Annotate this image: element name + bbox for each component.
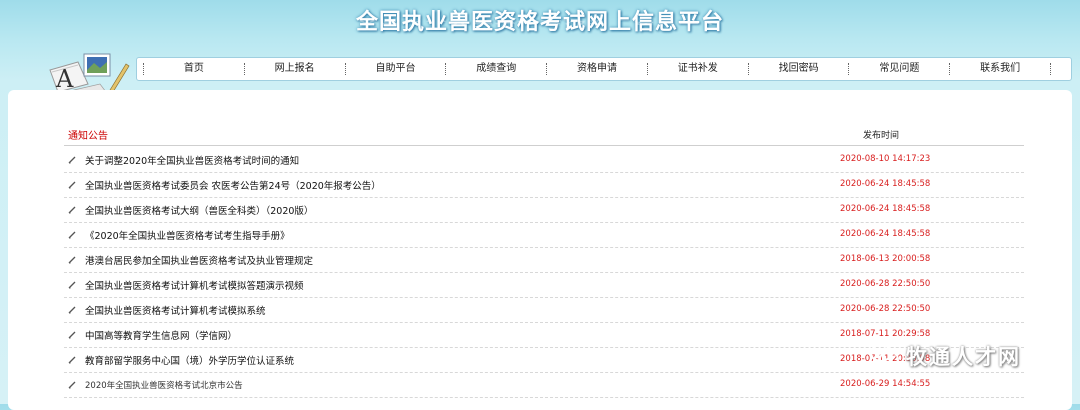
pen-icon [68,256,76,264]
nav-password-recovery[interactable]: 找回密码 [747,63,849,75]
notice-date: 2020-06-28 22:50:50 [840,279,931,289]
notice-date: 2020-06-28 22:50:50 [840,304,931,314]
wechat-icon [870,344,899,367]
nav-contact-us[interactable]: 联系我们 [949,63,1052,75]
pen-icon [68,381,76,389]
nav-home[interactable]: 首页 [143,63,244,75]
nav-qualification-apply[interactable]: 资格申请 [546,63,647,75]
nav-online-registration[interactable]: 网上报名 [243,63,345,75]
book-logo-icon: A [49,53,130,94]
pen-icon [68,156,76,164]
notice-title-link[interactable]: 全国执业兽医资格考试委员会 农医考公告第24号（2020年报考公告） [85,178,381,192]
pen-icon [68,331,76,339]
notice-title-link[interactable]: 全国执业兽医资格考试大纲（兽医全科类）（2020版） [85,203,313,217]
nav-faq[interactable]: 常见问题 [848,63,949,75]
site-title-reflection: 全国执业兽医资格考试网上信息平台 [0,20,1080,28]
notice-row: 全国执业兽医资格考试计算机考试模拟答题演示视频 2020-06-28 22:50… [64,272,1024,298]
notice-date: 2020-06-24 18:45:58 [840,204,931,214]
notice-date: 2020-06-24 18:45:58 [840,179,931,189]
nav-self-service[interactable]: 自助平台 [344,63,446,75]
notice-date: 2020-06-29 14:54:55 [840,379,931,389]
notice-title-link[interactable]: 全国执业兽医资格考试计算机考试模拟系统 [85,303,266,317]
notice-row: 全国执业兽医资格考试计算机考试模拟系统 2020-06-28 22:50:50 [64,297,1024,323]
notice-title-link[interactable]: 2020年全国执业兽医资格考试北京市公告 [85,379,243,391]
notice-date: 2020-06-24 18:45:58 [840,229,931,239]
pen-icon [68,281,76,289]
site-header: 全国执业兽医资格考试网上信息平台 全国执业兽医资格考试网上信息平台 [0,0,1080,50]
pen-icon [68,231,76,239]
notice-row: 全国执业兽医资格考试委员会 农医考公告第24号（2020年报考公告） 2020-… [64,172,1024,198]
notice-date: 2020-08-10 14:17:23 [840,154,931,164]
notice-row: 关于调整2020年全国执业兽医资格考试时间的通知 2020-08-10 14:1… [64,147,1024,173]
notice-row: 《2020年全国执业兽医资格考试考生指导手册》 2020-06-24 18:45… [64,222,1024,248]
notice-section-title: 通知公告 [68,131,108,142]
wechat-watermark: 牧通人才网 [870,336,1070,376]
notice-title-link[interactable]: 《2020年全国执业兽医资格考试考生指导手册》 [85,228,290,242]
pen-icon [68,181,76,189]
notice-title-link[interactable]: 教育部留学服务中心国（境）外学历学位认证系统 [85,353,294,367]
pen-icon [68,356,76,364]
notice-title-link[interactable]: 全国执业兽医资格考试计算机考试模拟答题演示视频 [85,278,304,292]
notice-row: 港澳台居民参加全国执业兽医资格考试及执业管理规定 2018-06-13 20:0… [64,247,1024,273]
notice-row: 全国执业兽医资格考试大纲（兽医全科类）（2020版） 2020-06-24 18… [64,197,1024,223]
notice-date: 2018-06-13 20:00:58 [840,254,931,264]
svg-text:A: A [55,65,74,93]
main-nav: 首页 网上报名 自助平台 成绩查询 资格申请 证书补发 找回密码 常见问题 联系… [136,57,1072,81]
notice-title-link[interactable]: 港澳台居民参加全国执业兽医资格考试及执业管理规定 [85,253,313,267]
header-divider [64,145,1024,146]
notice-title-link[interactable]: 关于调整2020年全国执业兽医资格考试时间的通知 [85,153,299,167]
notice-title-link[interactable]: 中国高等教育学生信息网（学信网） [85,328,237,342]
watermark-text: 牧通人才网 [906,345,1021,369]
nav-certificate-reissue[interactable]: 证书补发 [646,63,748,75]
pen-icon [68,206,76,214]
publish-time-header: 发布时间 [863,131,900,141]
pen-icon [68,306,76,314]
nav-score-query[interactable]: 成绩查询 [445,63,546,75]
